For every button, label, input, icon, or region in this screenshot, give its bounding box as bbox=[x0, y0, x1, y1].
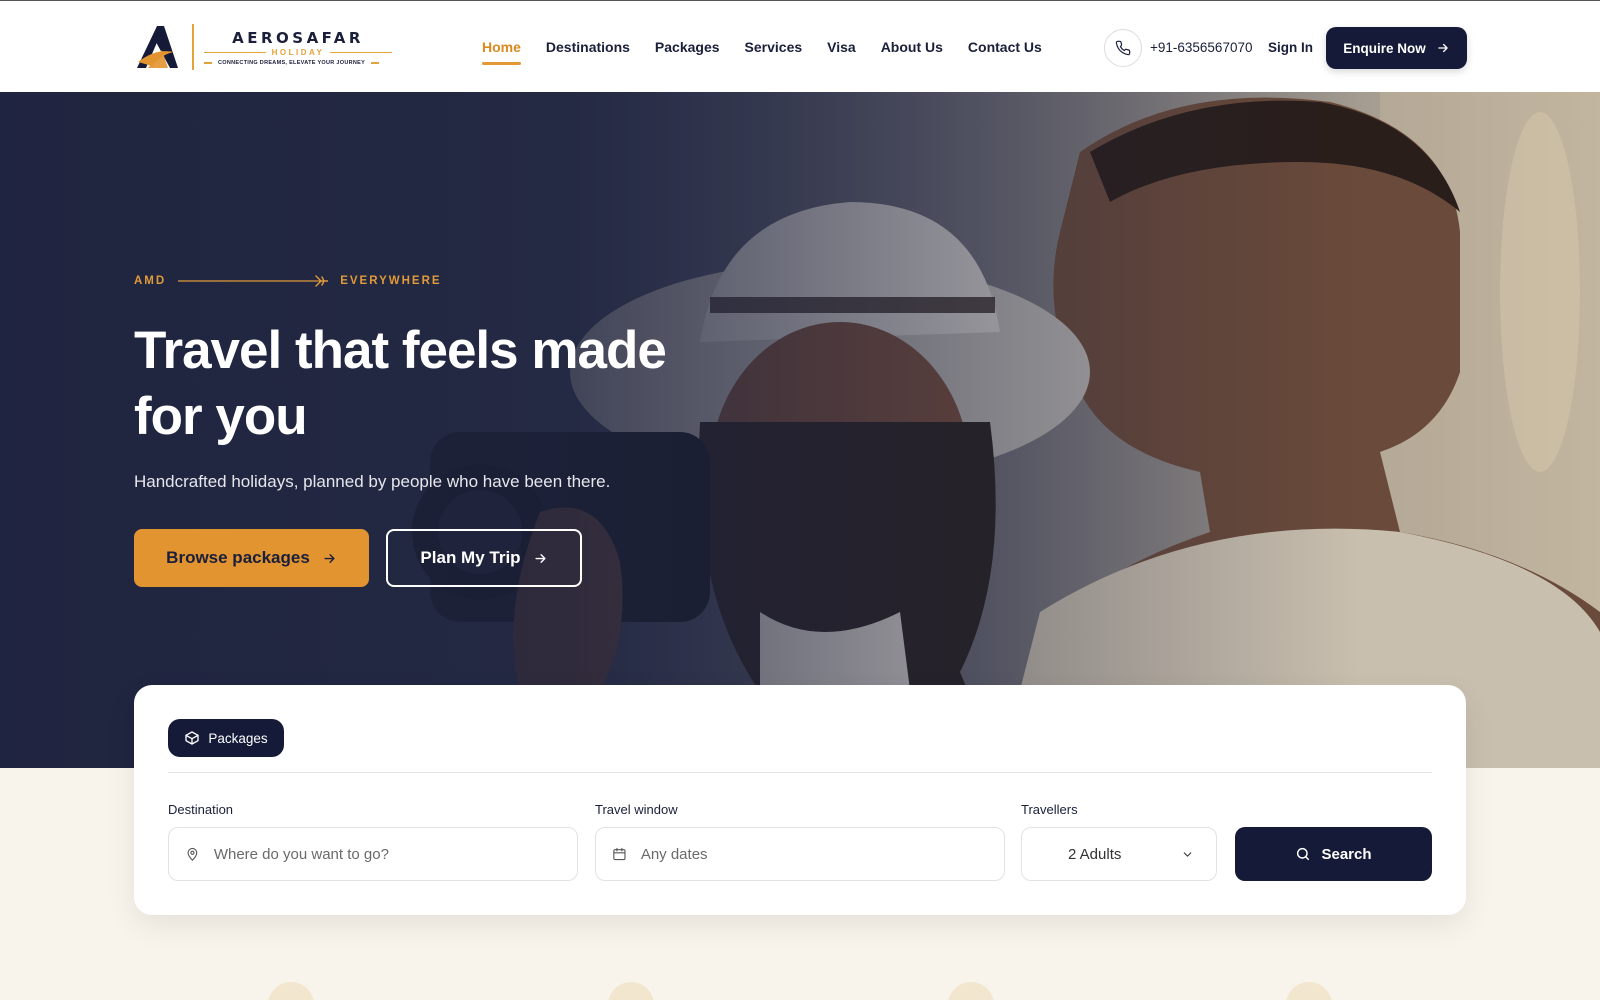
destination-label: Destination bbox=[168, 802, 234, 817]
nav-home[interactable]: Home bbox=[482, 39, 521, 65]
hero-title: Travel that feels made for you bbox=[134, 318, 734, 450]
brand-name: AEROSAFAR bbox=[232, 28, 364, 47]
phone-number[interactable]: +91-6356567070 bbox=[1150, 40, 1252, 55]
destination-field[interactable] bbox=[168, 827, 578, 881]
enquire-now-label: Enquire Now bbox=[1343, 40, 1426, 56]
hero-title-line-2: for you bbox=[134, 387, 308, 446]
travel-window-field[interactable] bbox=[595, 827, 1005, 881]
hero-title-line-1: Travel that feels made bbox=[134, 321, 667, 380]
eyebrow-destination: EVERYWHERE bbox=[340, 275, 442, 287]
nav-destinations[interactable]: Destinations bbox=[546, 39, 630, 55]
nav-services[interactable]: Services bbox=[745, 39, 803, 55]
logo-mark-icon bbox=[134, 22, 184, 72]
tab-packages-label: Packages bbox=[208, 730, 268, 746]
feature-icon bbox=[948, 982, 994, 1000]
brand-logo[interactable]: AEROSAFAR HOLIDAY CONNECTING DREAMS, ELE… bbox=[134, 21, 394, 73]
travellers-select[interactable]: 2 Adults bbox=[1021, 827, 1217, 881]
travellers-value: 2 Adults bbox=[1068, 845, 1122, 863]
travel-window-label: Travel window bbox=[595, 802, 678, 817]
flight-route-icon bbox=[178, 275, 329, 287]
arrow-right-icon bbox=[324, 553, 335, 563]
search-button-label: Search bbox=[1321, 845, 1372, 863]
feature-icon bbox=[268, 982, 314, 1000]
brand-sub: HOLIDAY bbox=[271, 47, 325, 57]
logo-divider bbox=[192, 24, 194, 70]
sign-in-link[interactable]: Sign In bbox=[1268, 40, 1313, 55]
card-divider bbox=[168, 772, 1432, 773]
feature-icon bbox=[1286, 982, 1332, 1000]
nav-visa[interactable]: Visa bbox=[827, 39, 856, 55]
phone-icon[interactable] bbox=[1104, 29, 1142, 67]
browse-packages-label: Browse packages bbox=[166, 548, 310, 567]
plan-my-trip-label: Plan My Trip bbox=[420, 548, 521, 567]
arrow-right-icon bbox=[1438, 43, 1448, 53]
plan-my-trip-button[interactable]: Plan My Trip bbox=[386, 529, 582, 587]
travellers-label: Travellers bbox=[1021, 802, 1078, 817]
brand-tagline: CONNECTING DREAMS, ELEVATE YOUR JOURNEY bbox=[218, 59, 366, 66]
main-nav: Home Destinations Packages Services Visa… bbox=[482, 1, 1042, 93]
nav-about-us[interactable]: About Us bbox=[881, 39, 943, 55]
package-box-icon bbox=[185, 731, 200, 745]
hero-eyebrow: AMD EVERYWHERE bbox=[134, 274, 442, 288]
enquire-now-button[interactable]: Enquire Now bbox=[1326, 27, 1467, 69]
feature-icon bbox=[608, 982, 654, 1000]
chevron-down-icon bbox=[1183, 851, 1192, 857]
eyebrow-origin: AMD bbox=[134, 275, 167, 287]
nav-contact-us[interactable]: Contact Us bbox=[968, 39, 1042, 55]
destination-input[interactable] bbox=[213, 845, 577, 863]
search-icon bbox=[1297, 847, 1310, 861]
logo-wordmark: AEROSAFAR HOLIDAY CONNECTING DREAMS, ELE… bbox=[204, 28, 393, 66]
search-card: Packages Destination Travel window Trave… bbox=[134, 685, 1466, 915]
tab-packages[interactable]: Packages bbox=[168, 719, 284, 757]
map-pin-icon bbox=[187, 847, 198, 861]
arrow-right-icon bbox=[535, 553, 546, 563]
hero-subtitle: Handcrafted holidays, planned by people … bbox=[134, 472, 611, 491]
nav-packages[interactable]: Packages bbox=[655, 39, 720, 55]
site-header: AEROSAFAR HOLIDAY CONNECTING DREAMS, ELE… bbox=[0, 0, 1600, 92]
search-button[interactable]: Search bbox=[1235, 827, 1432, 881]
travel-window-input[interactable] bbox=[640, 845, 1004, 863]
calendar-icon bbox=[613, 847, 626, 861]
browse-packages-button[interactable]: Browse packages bbox=[134, 529, 369, 587]
